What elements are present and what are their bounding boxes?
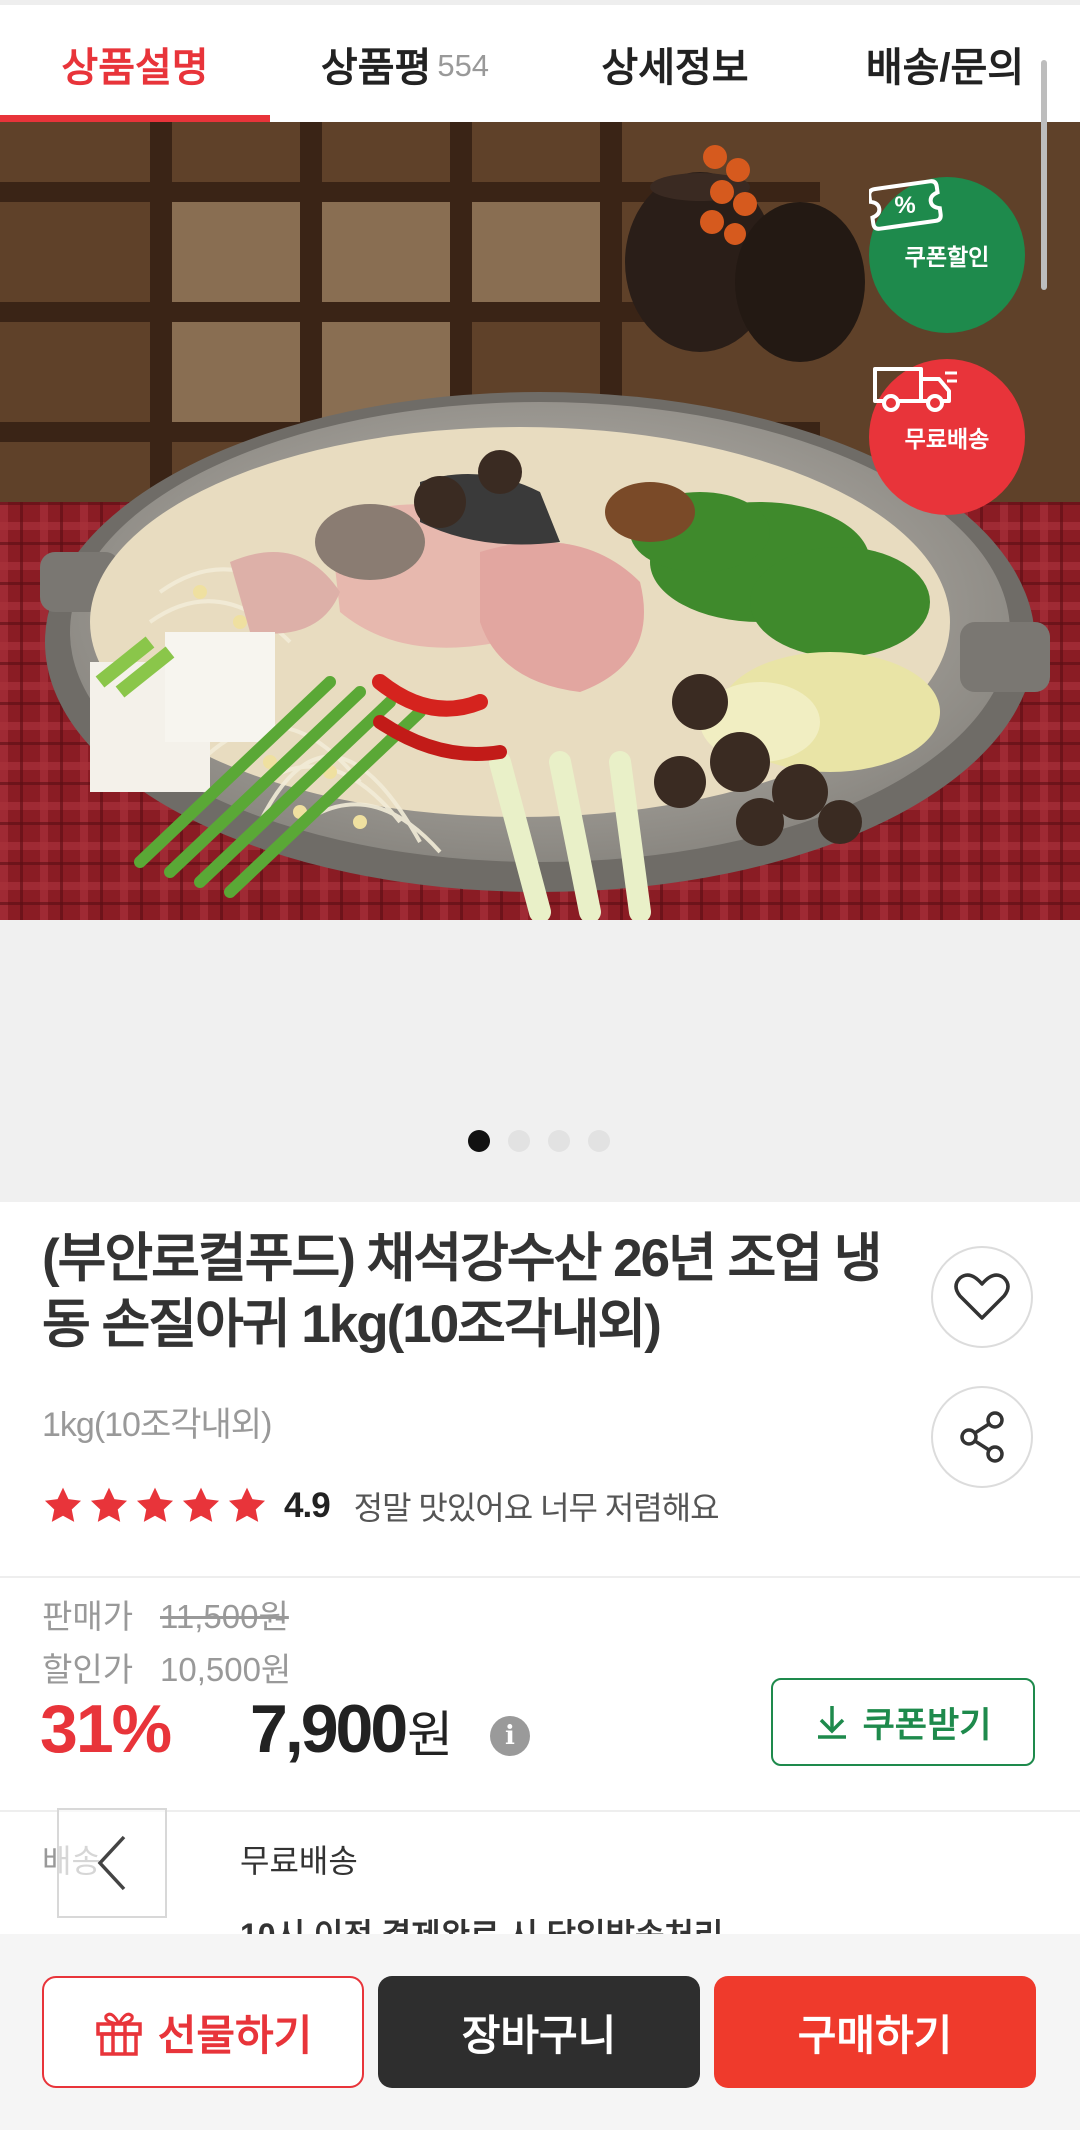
product-option: 1kg(10조각내외)	[42, 1406, 272, 1444]
free-shipping-badge[interactable]: 무료배송	[869, 359, 1025, 515]
discount-price-value: 10,500원	[160, 1651, 292, 1688]
svg-text:%: %	[894, 192, 915, 219]
product-title: (부안로컬푸드) 채석강수산 26년 조업 냉동 손질아귀 1kg(10조각내외…	[42, 1229, 883, 1354]
back-button[interactable]	[57, 1808, 167, 1918]
share-button[interactable]	[931, 1386, 1033, 1488]
divider	[0, 1576, 1080, 1578]
star-icon	[228, 1487, 266, 1522]
final-price: 7,900원	[250, 1690, 453, 1768]
coupon-button-label: 쿠폰받기	[862, 1705, 992, 1745]
coupon-icon: %	[869, 179, 943, 231]
carousel-dot[interactable]	[468, 1130, 490, 1152]
tab-description[interactable]: 상품설명	[0, 5, 270, 122]
rating-row[interactable]: 4.9 정말 맛있어요 너무 저렴해요	[42, 1482, 720, 1530]
scrollbar[interactable]	[1041, 60, 1047, 290]
review-count: 554	[437, 47, 490, 83]
carousel-dot[interactable]	[588, 1130, 610, 1152]
star-rating	[42, 1485, 268, 1527]
buy-now-button[interactable]: 구매하기	[714, 1976, 1036, 2088]
gift-icon	[95, 2012, 142, 2056]
sale-price-label: 판매가	[42, 1598, 134, 1635]
download-icon	[817, 1706, 846, 1739]
tab-shipping-inquiry[interactable]: 배송/문의	[810, 5, 1080, 122]
final-price-unit: 원	[407, 1707, 453, 1763]
carousel-indicator	[468, 1130, 610, 1152]
share-icon	[960, 1411, 1004, 1463]
wishlist-button[interactable]	[931, 1246, 1033, 1348]
carousel-area	[0, 920, 1080, 1202]
get-coupon-button[interactable]: 쿠폰받기	[771, 1678, 1035, 1766]
final-price-amount: 7,900	[250, 1691, 408, 1767]
tab-label: 상세정보	[601, 45, 749, 90]
price-info-icon[interactable]: i	[490, 1716, 530, 1756]
sale-price-value: 11,500원	[160, 1598, 289, 1635]
tab-reviews[interactable]: 상품평 554	[270, 5, 540, 122]
product-image[interactable]: % 쿠폰할인 무료배송	[0, 122, 1080, 920]
product-tab-bar: 상품설명 상품평 554 상세정보 배송/문의	[0, 5, 1080, 123]
discount-price-label: 할인가	[42, 1651, 134, 1688]
star-icon	[136, 1487, 174, 1522]
discount-rate: 31%	[40, 1691, 172, 1767]
star-icon	[182, 1487, 220, 1522]
carousel-dot[interactable]	[548, 1130, 570, 1152]
gift-button[interactable]: 선물하기	[42, 1976, 364, 2088]
shipping-value: 무료배송	[240, 1843, 358, 1879]
chevron-left-icon	[97, 1835, 126, 1891]
truck-icon	[873, 367, 957, 412]
shipping-badge-label: 무료배송	[904, 426, 990, 452]
tab-label: 배송/문의	[865, 45, 1025, 90]
tab-details[interactable]: 상세정보	[540, 5, 810, 122]
review-snippet: 정말 맛있어요 너무 저렴해요	[353, 1490, 720, 1526]
add-to-cart-button[interactable]: 장바구니	[378, 1976, 700, 2088]
coupon-discount-badge[interactable]: % 쿠폰할인	[869, 177, 1025, 333]
bottom-action-bar: 선물하기 장바구니 구매하기	[0, 1934, 1080, 2130]
tab-label: 상품설명	[61, 45, 209, 90]
carousel-dot[interactable]	[508, 1130, 530, 1152]
coupon-badge-label: 쿠폰할인	[904, 244, 990, 270]
tab-label: 상품평	[320, 45, 432, 90]
star-icon	[90, 1487, 128, 1522]
star-icon	[44, 1487, 82, 1522]
gift-button-label: 선물하기	[157, 2011, 313, 2059]
rating-score: 4.9	[284, 1486, 331, 1525]
heart-icon	[954, 1273, 1010, 1320]
